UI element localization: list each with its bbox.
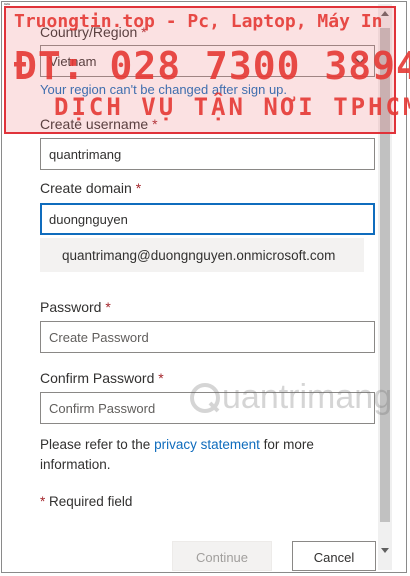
required-asterisk: * — [105, 299, 111, 315]
email-preview: quantrimang@duongnguyen.onmicrosoft.com — [40, 238, 364, 272]
scrollbar-thumb[interactable] — [380, 28, 390, 522]
domain-input[interactable] — [40, 203, 375, 235]
privacy-statement-link[interactable]: privacy statement — [154, 437, 260, 452]
top-edge-mark: ˜˜ — [4, 2, 10, 12]
privacy-note: Please refer to the privacy statement fo… — [40, 437, 314, 472]
scroll-down-arrow-icon[interactable] — [380, 545, 390, 555]
password-input[interactable] — [40, 321, 375, 353]
country-select[interactable]: Vietnam — [40, 45, 375, 77]
required-asterisk: * — [158, 370, 164, 386]
required-asterisk: * — [141, 24, 147, 40]
next-button[interactable]: Continue — [172, 541, 272, 571]
required-field-note: * Required field — [40, 494, 133, 509]
required-asterisk: * — [135, 180, 142, 196]
password-label: Password * — [40, 299, 111, 315]
domain-label: Create domain * — [40, 180, 142, 196]
required-asterisk: * — [40, 494, 46, 509]
confirm-password-label: Confirm Password * — [40, 370, 164, 386]
chevron-down-icon — [354, 55, 366, 67]
username-input[interactable] — [40, 138, 375, 170]
username-label: Create username * — [40, 116, 158, 132]
country-label: Country/Region * — [40, 24, 147, 40]
required-asterisk: * — [152, 116, 158, 132]
country-value: Vietnam — [49, 53, 97, 69]
quantrimang-watermark-logo: uantrimang — [188, 378, 392, 417]
quantrimang-logo-icon — [190, 382, 220, 413]
scroll-up-arrow-icon[interactable] — [380, 8, 390, 18]
region-note: Your region can't be changed after sign … — [40, 82, 288, 97]
cancel-button[interactable]: Cancel — [292, 541, 376, 571]
